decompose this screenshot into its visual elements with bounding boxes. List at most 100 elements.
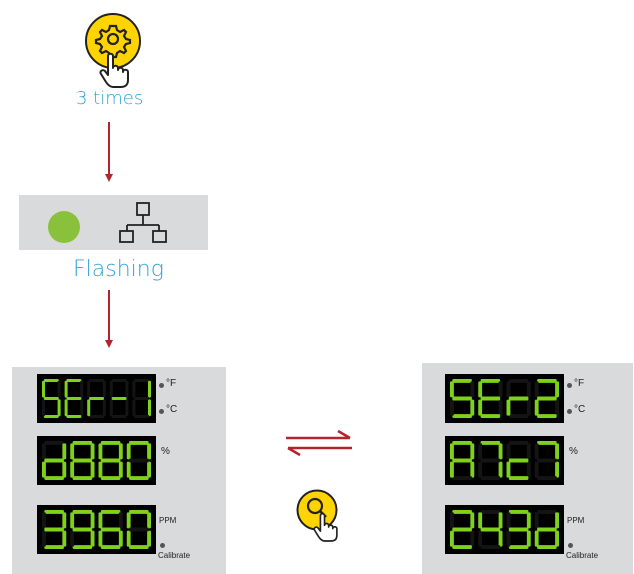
- segment-a: [44, 510, 64, 514]
- segment-b: [470, 512, 475, 529]
- lcd-digits: 3960: [42, 510, 151, 549]
- segment-f: [109, 380, 113, 398]
- segment-d: [508, 414, 529, 418]
- segment-e: [109, 399, 113, 417]
- segment-c: [470, 530, 475, 547]
- segment-b: [118, 443, 123, 460]
- segment-d: [43, 415, 59, 418]
- segment-d: [480, 545, 501, 549]
- segment-b: [62, 512, 67, 529]
- segment-e: [450, 530, 454, 547]
- segment-g: [111, 397, 127, 400]
- segment-g: [537, 396, 557, 401]
- segment-c: [526, 399, 531, 416]
- segment-e: [42, 461, 46, 478]
- segment-e: [42, 399, 45, 417]
- lcd-digit: 4: [478, 510, 503, 549]
- segment-c: [147, 530, 151, 547]
- segment-d: [100, 476, 121, 480]
- segment-d: [537, 476, 557, 480]
- step2-caption: Flashing: [73, 257, 164, 282]
- segment-b: [125, 380, 129, 398]
- segment-a: [100, 510, 121, 514]
- segment-f: [87, 380, 91, 398]
- segment-c: [470, 461, 475, 478]
- lcd-digit: 8: [70, 441, 95, 480]
- segment-a: [480, 441, 501, 445]
- segment-f: [98, 512, 103, 529]
- segment-b: [470, 443, 475, 460]
- segment-a: [111, 379, 127, 382]
- segment-f: [42, 512, 46, 529]
- segment-c: [526, 530, 531, 547]
- segment-f: [478, 381, 483, 398]
- lcd-digit: 5: [42, 379, 61, 418]
- segment-e: [98, 530, 103, 547]
- lcd-digit: d: [42, 441, 67, 480]
- segment-e: [70, 461, 75, 478]
- segment-g: [452, 527, 472, 532]
- lcd-digit: c: [506, 441, 531, 480]
- segment-a: [480, 510, 501, 514]
- lcd-digits: A7c7: [450, 441, 559, 480]
- segment-e: [450, 461, 454, 478]
- segment-f: [506, 381, 511, 398]
- segment-b: [147, 512, 151, 529]
- segment-b: [555, 381, 559, 398]
- unit-indicator: [567, 409, 572, 414]
- segment-g: [44, 527, 64, 532]
- lcd-row-2-right: A7c7: [445, 436, 564, 485]
- segment-e: [126, 461, 131, 478]
- calibrate-indicator: [568, 543, 573, 548]
- segment-a: [480, 379, 501, 383]
- lcd-digits: d880: [42, 441, 151, 480]
- segment-d: [508, 476, 529, 480]
- segment-a: [508, 379, 529, 383]
- segment-b: [118, 512, 123, 529]
- lcd-digit: r: [87, 379, 106, 418]
- segment-c: [526, 461, 531, 478]
- segment-c: [62, 461, 67, 478]
- segment-f: [126, 512, 131, 529]
- segment-g: [44, 458, 64, 463]
- unit-label-percent: %: [569, 446, 578, 457]
- segment-a: [44, 441, 64, 445]
- segment-a: [129, 441, 149, 445]
- pointer-hand-icon: [99, 52, 133, 88]
- segment-b: [555, 443, 559, 460]
- unit-indicator: [159, 409, 164, 414]
- lcd-digit: d: [534, 510, 559, 549]
- segment-b: [498, 512, 503, 529]
- segment-d: [72, 545, 93, 549]
- segment-e: [478, 530, 483, 547]
- lcd-digits: 5Er-1: [42, 379, 151, 418]
- pointer-hand-icon: [313, 512, 341, 542]
- lcd-digit: 1: [132, 379, 151, 418]
- segment-c: [498, 461, 503, 478]
- segment-d: [100, 545, 121, 549]
- segment-b: [498, 381, 503, 398]
- unit-label-celsius: °C: [574, 404, 586, 415]
- lcd-digit: 0: [126, 441, 151, 480]
- lcd-row-3-right: 243d: [445, 505, 564, 554]
- segment-d: [480, 414, 501, 418]
- segment-c: [80, 399, 84, 417]
- segment-d: [44, 545, 64, 549]
- segment-b: [147, 443, 151, 460]
- lcd-digit: 5: [450, 379, 475, 418]
- network-icon: [117, 201, 171, 245]
- segment-g: [480, 396, 501, 401]
- lcd-digit: -: [109, 379, 129, 418]
- segment-f: [64, 380, 68, 398]
- segment-d: [111, 415, 127, 418]
- unit-label-celsius: °C: [166, 404, 178, 415]
- segment-c: [102, 399, 106, 417]
- lcd-digit: 2: [450, 510, 475, 549]
- segment-e: [506, 530, 511, 547]
- segment-g: [508, 458, 529, 463]
- status-led: [48, 211, 80, 243]
- segment-c: [62, 530, 67, 547]
- segment-g: [72, 458, 93, 463]
- segment-e: [87, 399, 91, 417]
- segment-a: [72, 441, 93, 445]
